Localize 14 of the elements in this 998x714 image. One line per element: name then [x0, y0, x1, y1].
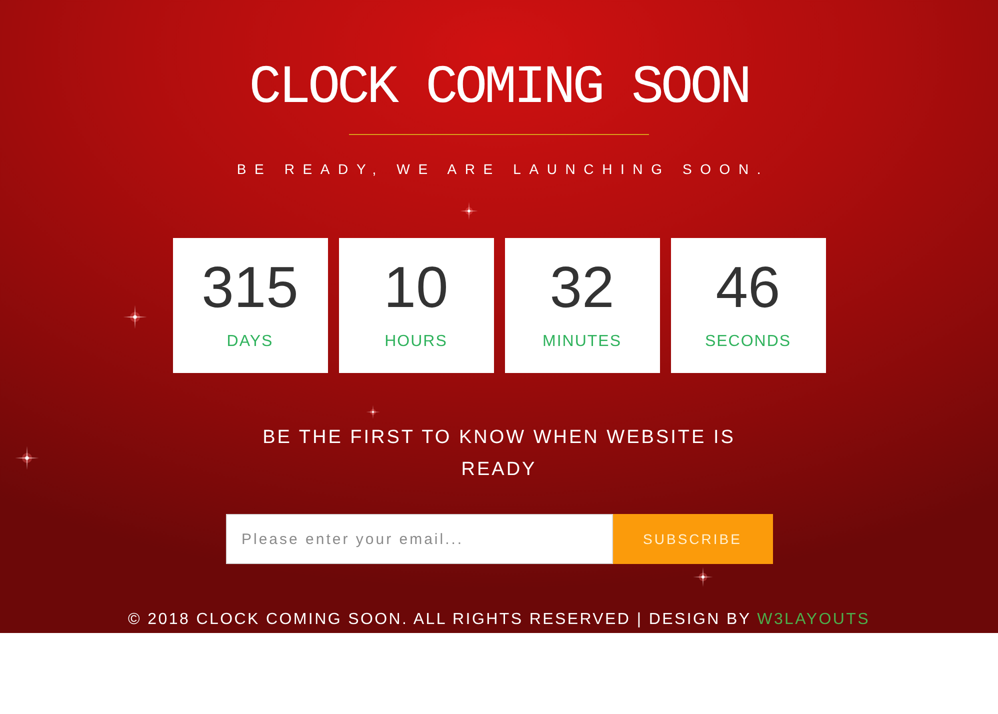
- signup-heading: BE THE FIRST TO KNOW WHEN WEBSITE IS READY: [262, 426, 736, 482]
- designer-link[interactable]: W3LAYOUTS: [757, 611, 870, 628]
- countdown-value: 10: [384, 259, 448, 317]
- countdown-unit: MINUTES: [542, 332, 622, 352]
- page-title: CLOCK COMING SOON: [249, 62, 749, 116]
- countdown-value: 46: [716, 259, 780, 317]
- countdown-unit: SECONDS: [704, 332, 792, 352]
- countdown-value: 315: [202, 259, 298, 317]
- countdown-unit: HOURS: [384, 332, 448, 352]
- countdown-value: 32: [550, 259, 614, 317]
- footer-copyright: © 2018 CLOCK COMING SOON. ALL RIGHTS RESERVED | DESIGN BY W3LAYOUTS: [128, 610, 870, 630]
- countdown-unit: DAYS: [226, 332, 274, 352]
- tagline: BE READY, WE ARE LAUNCHING SOON.: [236, 160, 770, 179]
- email-input[interactable]: Please enter your email...: [226, 514, 612, 564]
